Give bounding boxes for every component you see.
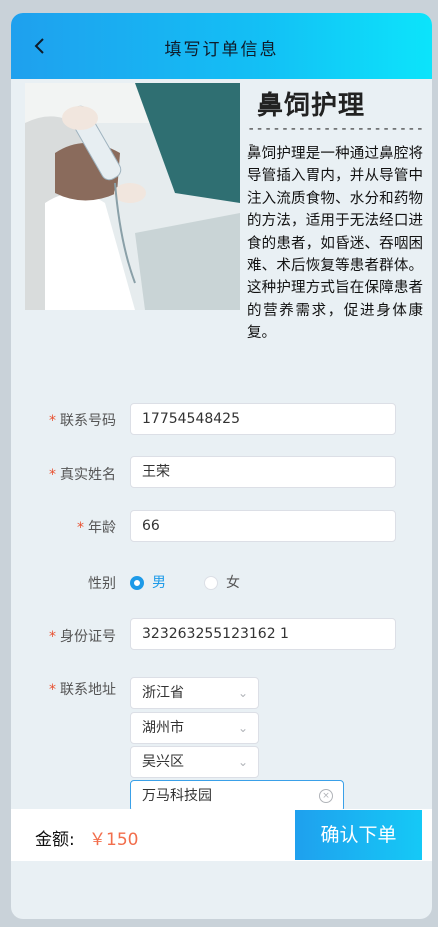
service-title: 鼻饲护理 <box>257 91 366 121</box>
address-label: * 联系地址 <box>49 682 116 698</box>
city-select[interactable]: 湖州市 ⌄ <box>130 712 259 744</box>
clear-icon[interactable]: × <box>319 789 333 803</box>
district-select[interactable]: 吴兴区 ⌄ <box>130 746 259 778</box>
radio-checked-icon <box>130 576 144 590</box>
name-input[interactable]: 王荣 <box>130 456 396 488</box>
id-card-label: * 身份证号 <box>49 629 116 645</box>
required-mark: * <box>77 520 84 536</box>
required-mark: * <box>49 467 56 483</box>
required-mark: * <box>49 682 56 698</box>
age-label: * 年龄 <box>77 520 116 536</box>
chevron-down-icon: ⌄ <box>237 755 248 769</box>
chevron-down-icon: ⌄ <box>237 721 248 735</box>
chevron-down-icon: ⌄ <box>237 686 248 700</box>
confirm-order-button[interactable]: 确认下单 <box>295 810 422 860</box>
phone-screen: 填写订单信息 鼻饲护理 ---------------------- 鼻饲护理是… <box>11 13 432 919</box>
id-card-input[interactable]: 323263255123162 1 <box>130 618 396 650</box>
service-photo <box>25 83 240 310</box>
required-mark: * <box>49 629 56 645</box>
phone-input[interactable]: 17754548425 <box>130 403 396 435</box>
amount-label: 金额: <box>35 830 75 850</box>
phone-label: * 联系号码 <box>49 413 116 429</box>
age-input[interactable]: 66 <box>130 510 396 542</box>
service-description: 鼻饲护理是一种通过鼻腔将导管插入胃内，并从导管中注入流质食物、水分和药物的方法，… <box>247 146 423 342</box>
page-title: 填写订单信息 <box>164 40 279 60</box>
amount-value: ￥150 <box>89 830 139 850</box>
province-select[interactable]: 浙江省 ⌄ <box>130 677 259 709</box>
address-detail-input[interactable]: 万马科技园 × <box>130 780 344 812</box>
required-mark: * <box>49 413 56 429</box>
gender-male-radio[interactable]: 男 <box>130 575 166 591</box>
top-bar: 填写订单信息 <box>11 13 432 79</box>
gender-female-radio[interactable]: 女 <box>204 575 240 591</box>
gender-label: 性别 <box>88 576 116 592</box>
radio-unchecked-icon <box>204 576 218 590</box>
name-label: * 真实姓名 <box>49 467 116 483</box>
order-footer: 金额: ￥150 确认下单 <box>11 809 432 861</box>
